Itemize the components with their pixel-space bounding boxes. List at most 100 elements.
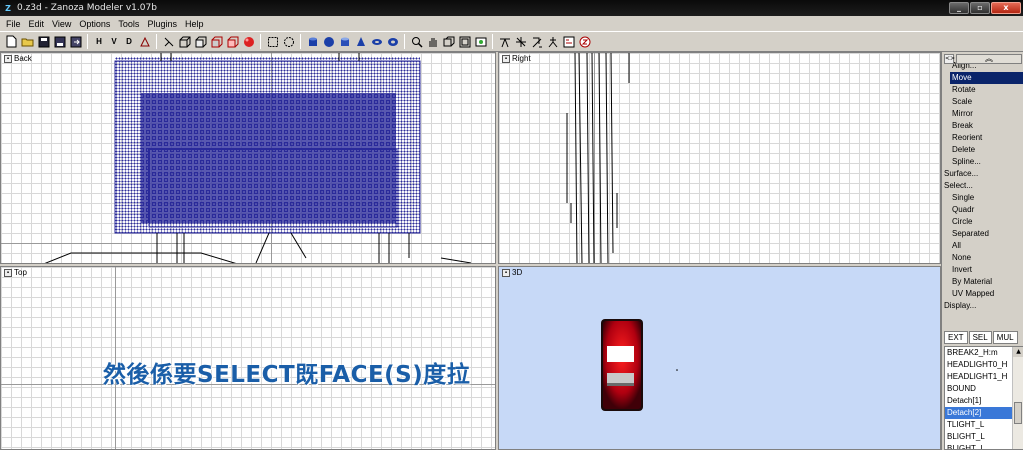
select-circle-icon[interactable] — [281, 34, 296, 49]
command-item[interactable]: Break — [942, 120, 1023, 132]
command-item[interactable]: Delete — [942, 144, 1023, 156]
object-list[interactable]: BREAK2_H:m HEADLIGHT0_H HEADLIGHT1_H BOUND D… — [944, 346, 1023, 450]
command-item[interactable]: Reorient — [942, 132, 1023, 144]
view-d-button[interactable]: D — [122, 34, 136, 49]
command-item[interactable]: Invert — [942, 264, 1023, 276]
object-list-scrollbar[interactable]: ▲ — [1012, 347, 1023, 449]
menu-view[interactable]: View — [48, 19, 75, 29]
viewport-menu-icon[interactable]: ▪ — [4, 268, 12, 277]
zoom-icon[interactable] — [409, 34, 424, 49]
object-list-item[interactable]: BOUND — [945, 383, 1013, 395]
viewport-3d-header: ▪ 3D — [502, 268, 522, 277]
viewport-back-header: ▪ Back — [4, 54, 32, 63]
command-panel: <> ︽ Align... Move Rotate Scale Mirror Break R… — [941, 52, 1023, 450]
scroll-thumb[interactable] — [1014, 402, 1022, 424]
menu-edit[interactable]: Edit — [25, 19, 49, 29]
cylinder-icon[interactable] — [305, 34, 320, 49]
collapse-up-icon[interactable]: ︽ — [956, 54, 1022, 64]
uv-2d-icon[interactable] — [561, 34, 576, 49]
command-item[interactable]: Surface... — [942, 168, 1023, 180]
viewport-right[interactable]: ▪ Right — [498, 52, 941, 264]
command-item[interactable]: All — [942, 240, 1023, 252]
panel-toggle-button[interactable]: <> — [944, 54, 955, 64]
zoom-all-icon[interactable] — [457, 34, 472, 49]
new-file-icon[interactable] — [4, 34, 19, 49]
cube-shaded-icon[interactable] — [209, 34, 224, 49]
object-list-item[interactable]: BREAK2_H:m — [945, 347, 1013, 359]
window-title: 0.z3d - Zanoza Modeler v1.07b — [17, 3, 157, 13]
command-item[interactable]: Select... — [942, 180, 1023, 192]
command-item[interactable]: Scale — [942, 96, 1023, 108]
screenshot-icon[interactable] — [473, 34, 488, 49]
open-folder-icon[interactable] — [20, 34, 35, 49]
command-item[interactable]: UV Mapped — [942, 288, 1023, 300]
menu-help[interactable]: Help — [181, 19, 208, 29]
object-list-item[interactable]: Detach[2] — [945, 407, 1013, 419]
maximize-button[interactable]: ▫ — [970, 2, 990, 14]
object-list-item[interactable]: BLIGHT_L — [945, 443, 1013, 449]
viewport-menu-icon[interactable]: ▪ — [502, 54, 510, 63]
object-list-item[interactable]: Detach[1] — [945, 395, 1013, 407]
object-list-item[interactable]: BLIGHT_L — [945, 431, 1013, 443]
tool-b-icon[interactable] — [513, 34, 528, 49]
save-icon[interactable] — [36, 34, 51, 49]
tab-ext[interactable]: EXT — [944, 331, 968, 344]
command-list: Align... Move Rotate Scale Mirror Break Reorie… — [942, 60, 1023, 312]
tool-c-icon[interactable] — [529, 34, 544, 49]
command-item[interactable]: Quadr — [942, 204, 1023, 216]
object-list-item[interactable]: HEADLIGHT1_H — [945, 371, 1013, 383]
viewport-3d[interactable]: ▪ 3D — [498, 266, 941, 450]
pan-hand-icon[interactable] — [425, 34, 440, 49]
axis-icon[interactable] — [161, 34, 176, 49]
close-button[interactable]: x — [991, 2, 1021, 14]
zoom-extents-icon[interactable] — [441, 34, 456, 49]
cone-icon[interactable] — [353, 34, 368, 49]
model-render — [601, 319, 678, 411]
vertex-select-icon[interactable] — [137, 34, 152, 49]
viewport-back[interactable]: ▪ Back — [0, 52, 496, 264]
menu-plugins[interactable]: Plugins — [143, 19, 181, 29]
toolbar-separator — [300, 34, 301, 49]
cube-textured-icon[interactable] — [225, 34, 240, 49]
command-item[interactable]: Circle — [942, 216, 1023, 228]
toolbar-separator — [404, 34, 405, 49]
command-item[interactable]: Single — [942, 192, 1023, 204]
command-item[interactable]: Mirror — [942, 108, 1023, 120]
zanoza-logo-icon[interactable] — [577, 34, 592, 49]
save-as-icon[interactable] — [52, 34, 67, 49]
tube-icon[interactable] — [337, 34, 352, 49]
tool-a-icon[interactable] — [497, 34, 512, 49]
scroll-up-icon[interactable]: ▲ — [1013, 347, 1023, 357]
view-v-button[interactable]: V — [107, 34, 121, 49]
command-item[interactable]: Spline... — [942, 156, 1023, 168]
viewport-menu-icon[interactable]: ▪ — [4, 54, 12, 63]
minimize-button[interactable]: _ — [949, 2, 969, 14]
viewport-menu-icon[interactable]: ▪ — [502, 268, 510, 277]
command-item[interactable]: By Material — [942, 276, 1023, 288]
command-item[interactable]: None — [942, 252, 1023, 264]
viewport-3d-label: 3D — [512, 268, 523, 277]
tool-d-icon[interactable] — [545, 34, 560, 49]
menu-tools[interactable]: Tools — [114, 19, 143, 29]
command-item[interactable]: Rotate — [942, 84, 1023, 96]
cube-flat-icon[interactable] — [193, 34, 208, 49]
command-item[interactable]: Display... — [942, 300, 1023, 312]
sphere-icon[interactable] — [321, 34, 336, 49]
menu-file[interactable]: File — [2, 19, 25, 29]
cube-wire-icon[interactable] — [177, 34, 192, 49]
panel-header: <> ︽ — [942, 52, 1023, 66]
torus-icon[interactable] — [369, 34, 384, 49]
object-list-item[interactable]: TLIGHT_L — [945, 419, 1013, 431]
select-rect-icon[interactable] — [265, 34, 280, 49]
command-item[interactable]: Move — [950, 72, 1023, 84]
tab-sel[interactable]: SEL — [968, 331, 992, 344]
object-list-item[interactable]: HEADLIGHT0_H — [945, 359, 1013, 371]
menu-options[interactable]: Options — [75, 19, 114, 29]
toolbar-separator — [260, 34, 261, 49]
material-sphere-icon[interactable] — [241, 34, 256, 49]
tab-mul[interactable]: MUL — [992, 331, 1018, 344]
view-h-button[interactable]: H — [92, 34, 106, 49]
export-icon[interactable] — [68, 34, 83, 49]
torus-knot-icon[interactable] — [385, 34, 400, 49]
command-item[interactable]: Separated — [942, 228, 1023, 240]
